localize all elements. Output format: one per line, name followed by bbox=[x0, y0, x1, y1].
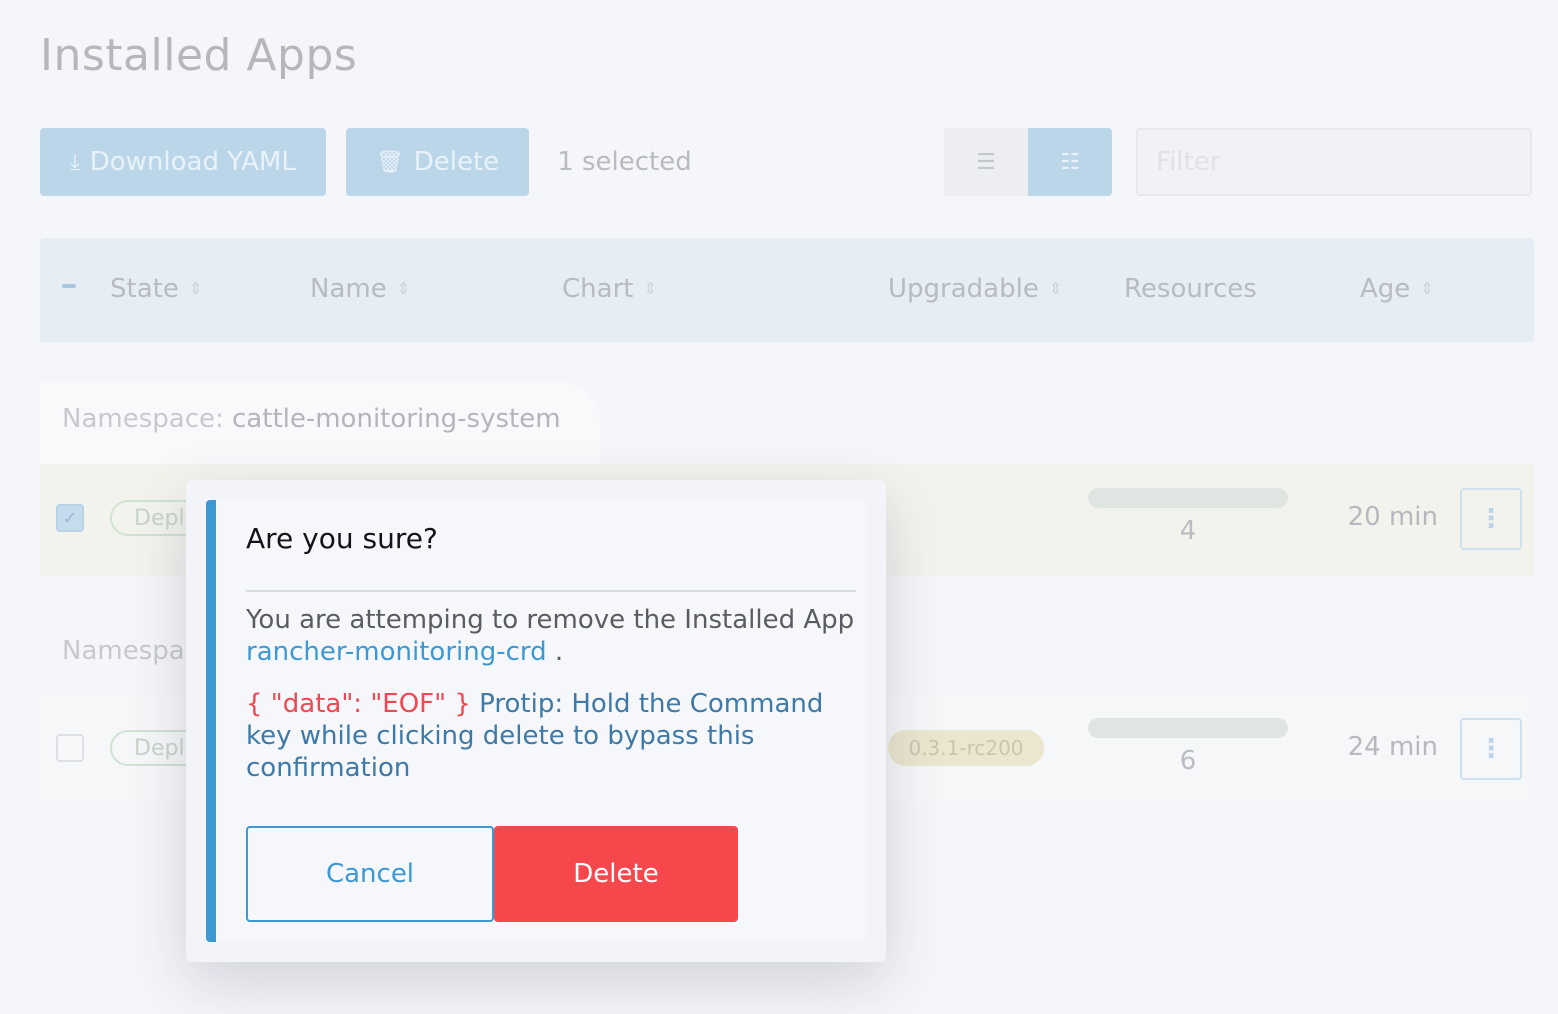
resource-bar bbox=[1088, 488, 1288, 508]
download-icon: ⤓ bbox=[70, 149, 80, 175]
check-icon: ✓ bbox=[62, 507, 78, 529]
namespace-value: cattle-monitoring-system bbox=[232, 404, 561, 434]
page-background: Installed Apps ⤓ Download YAML 🗑 Delete … bbox=[0, 0, 1558, 1014]
column-header-chart[interactable]: Chart ⇕ bbox=[562, 274, 657, 304]
modal-card: Are you sure? You are attemping to remov… bbox=[206, 500, 866, 942]
modal-divider bbox=[246, 590, 856, 592]
column-header-state[interactable]: State ⇕ bbox=[110, 274, 202, 304]
bulk-delete-button[interactable]: 🗑 Delete bbox=[345, 128, 530, 196]
row-checkbox[interactable]: ✓ bbox=[56, 504, 84, 532]
confirm-delete-button[interactable]: Delete bbox=[494, 826, 738, 922]
modal-warning: { "data": "EOF" } Protip: Hold the Comma… bbox=[246, 688, 856, 784]
upgradable-badge: 0.3.1-rc200 bbox=[888, 730, 1044, 766]
list-icon: ☰ bbox=[976, 149, 996, 175]
column-header-upgradable[interactable]: Upgradable ⇕ bbox=[888, 274, 1062, 304]
download-yaml-label: Download YAML bbox=[89, 147, 296, 177]
trash-icon: 🗑 bbox=[375, 149, 404, 175]
sort-icon: ⇕ bbox=[1048, 279, 1063, 298]
table-header: State ⇕ Name ⇕ Chart ⇕ Upgradable ⇕ Reso… bbox=[40, 238, 1534, 342]
selected-count: 1 selected bbox=[557, 147, 692, 177]
sort-icon: ⇕ bbox=[643, 279, 657, 298]
column-upgradable-label: Upgradable bbox=[888, 274, 1039, 304]
row-actions-button[interactable]: ⋮ bbox=[1460, 718, 1522, 780]
age-value: 20 min bbox=[1347, 502, 1438, 532]
column-age-label: Age bbox=[1360, 274, 1411, 304]
column-name-label: Name bbox=[310, 274, 387, 304]
kebab-icon: ⋮ bbox=[1478, 734, 1504, 764]
select-all-checkbox[interactable] bbox=[62, 284, 76, 288]
page-title: Installed Apps bbox=[40, 30, 358, 81]
confirm-delete-modal: Are you sure? You are attemping to remov… bbox=[186, 480, 886, 962]
column-header-resources: Resources bbox=[1124, 274, 1257, 304]
grouped-list-icon: ☷ bbox=[1060, 149, 1080, 175]
resource-count: 6 bbox=[1179, 746, 1197, 776]
bulk-delete-label: Delete bbox=[413, 147, 500, 177]
download-yaml-button[interactable]: ⤓ Download YAML bbox=[40, 128, 326, 196]
grouped-list-view-button[interactable]: ☷ bbox=[1028, 128, 1112, 196]
modal-message-suffix: . bbox=[554, 637, 564, 667]
column-chart-label: Chart bbox=[562, 274, 634, 304]
error-text: { "data": "EOF" } bbox=[246, 689, 471, 719]
resource-count: 4 bbox=[1179, 516, 1197, 546]
group-header-namespace: Namespace: cattle-monitoring-system bbox=[62, 404, 561, 434]
row-checkbox[interactable] bbox=[56, 734, 84, 762]
column-resources-label: Resources bbox=[1124, 274, 1257, 304]
modal-message-prefix: You are attemping to remove the Installe… bbox=[246, 605, 855, 635]
cancel-button[interactable]: Cancel bbox=[246, 826, 494, 922]
namespace-label: Namespace: bbox=[62, 404, 224, 434]
view-toggle: ☰ ☷ bbox=[944, 128, 1112, 196]
bulk-action-bar: ⤓ Download YAML 🗑 Delete 1 selected bbox=[40, 128, 692, 196]
age-value: 24 min bbox=[1347, 732, 1438, 762]
kebab-icon: ⋮ bbox=[1478, 504, 1504, 534]
sort-icon: ⇕ bbox=[1420, 279, 1434, 298]
column-header-name[interactable]: Name ⇕ bbox=[310, 274, 410, 304]
app-name-link: rancher-monitoring-crd bbox=[246, 637, 547, 667]
modal-title: Are you sure? bbox=[246, 522, 438, 555]
row-actions-button[interactable]: ⋮ bbox=[1460, 488, 1522, 550]
column-state-label: State bbox=[110, 274, 179, 304]
filter-input[interactable] bbox=[1136, 128, 1532, 196]
flat-list-view-button[interactable]: ☰ bbox=[944, 128, 1028, 196]
sort-icon: ⇕ bbox=[396, 279, 411, 298]
sort-icon: ⇕ bbox=[188, 279, 203, 298]
modal-message: You are attemping to remove the Installe… bbox=[246, 604, 856, 668]
column-header-age[interactable]: Age ⇕ bbox=[1360, 274, 1434, 304]
resource-bar bbox=[1088, 718, 1288, 738]
